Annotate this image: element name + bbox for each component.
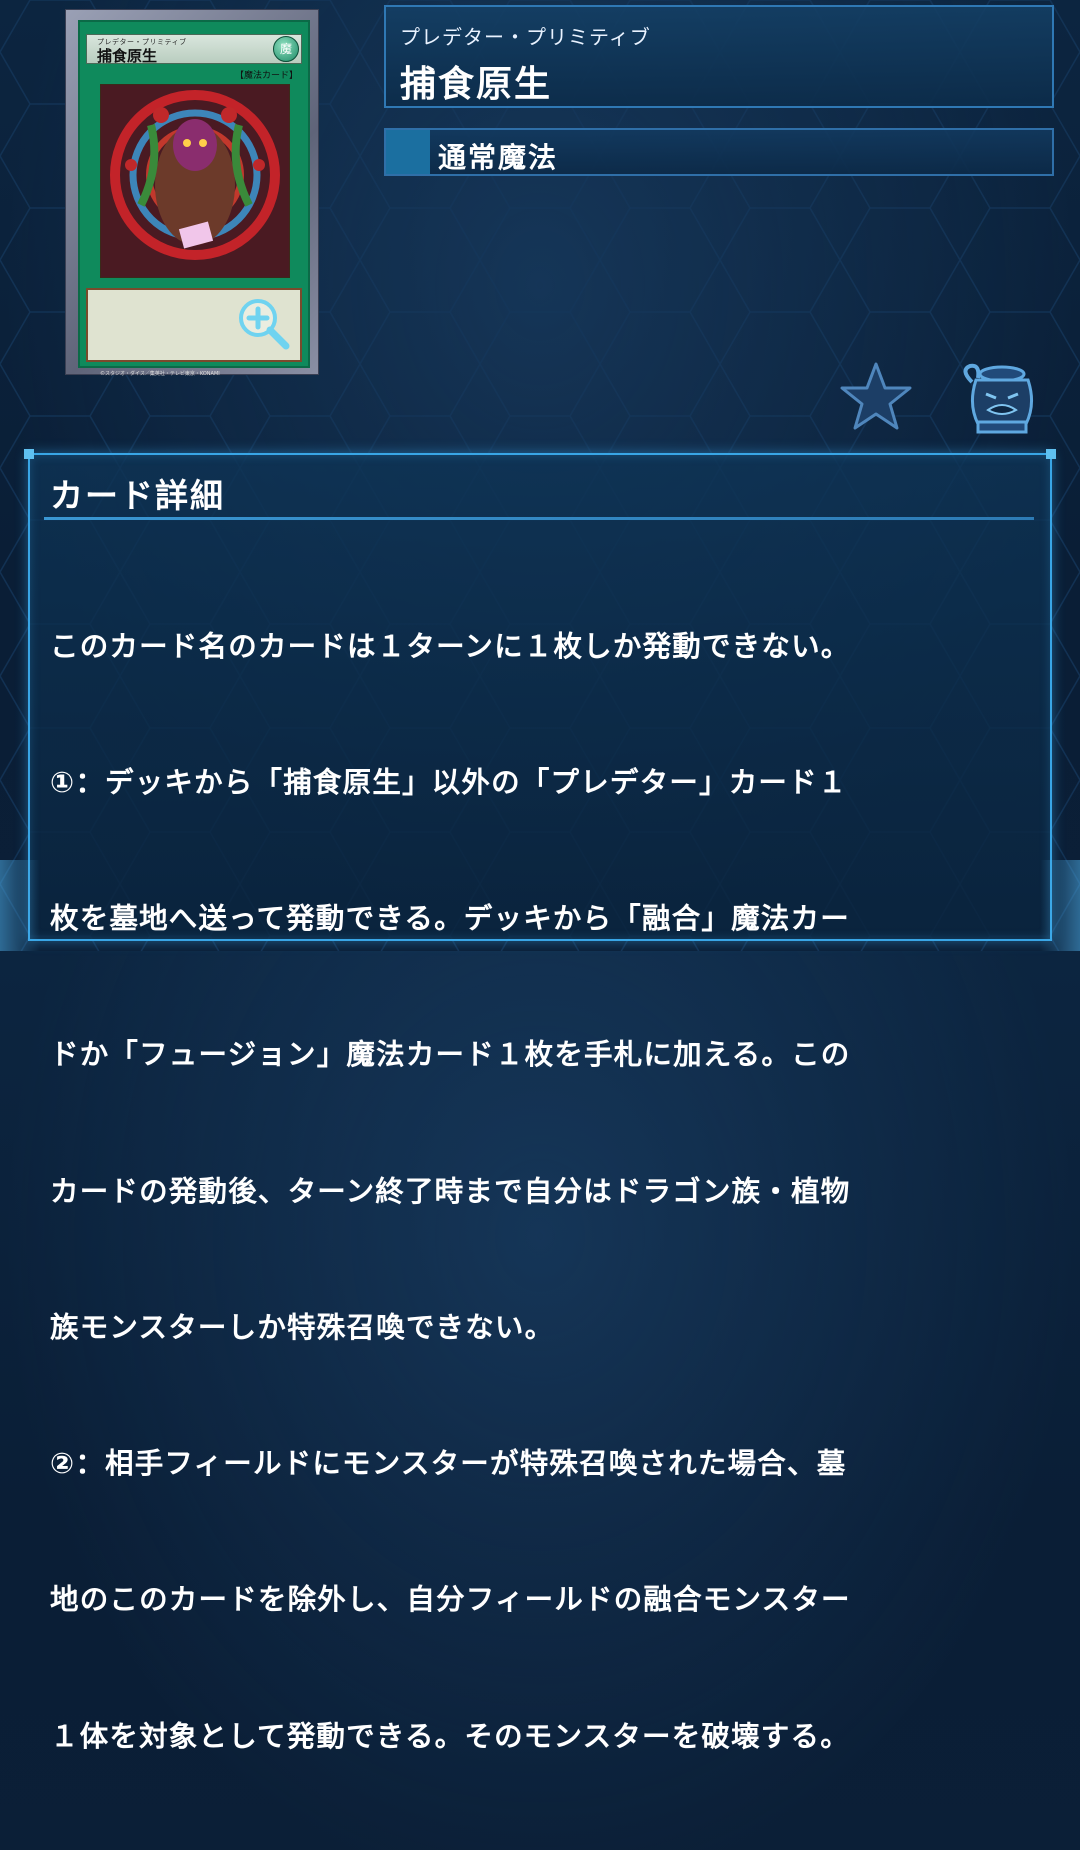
panel-corner	[1046, 449, 1056, 459]
card-artwork	[100, 84, 290, 278]
card-name: 捕食原生	[400, 64, 553, 105]
edge-glow	[0, 860, 40, 951]
panel-corner	[24, 449, 34, 459]
card-detail-panel: カード詳細 このカード名のカードは１ターンに１枚しか発動できない。 ①：デッキか…	[24, 449, 1056, 1753]
card-copyright: ©スタジオ・ダイス／集英社・テレビ東京・KONAMI	[100, 371, 220, 377]
card-name-bar: プレデター・プリミティブ 捕食原生 魔	[86, 34, 302, 65]
effect-line: ドか「フュージョン」魔法カード１枚を手札に加える。この	[50, 1038, 851, 1072]
card-type-label: 通常魔法	[438, 141, 559, 174]
effect-line: このカード名のカードは１ターンに１枚しか発動できない。	[50, 629, 851, 663]
spell-type-marker	[386, 130, 430, 174]
spell-attribute-icon: 魔	[273, 36, 299, 62]
card-type-panel: 通常魔法	[384, 128, 1054, 176]
effect-line: １体を対象として発動できる。そのモンスターを破壊する。	[50, 1719, 850, 1753]
card-effect-text: このカード名のカードは１ターンに１枚しか発動できない。 ①：デッキから「捕食原生…	[50, 533, 1040, 1850]
edge-glow	[1040, 860, 1080, 951]
card-image-title: 捕食原生	[97, 47, 158, 65]
card-name-ruby: プレデター・プリミティブ	[400, 25, 651, 49]
effect-line: ②：相手フィールドにモンスターが特殊召喚された場合、墓	[50, 1447, 847, 1481]
effect-line: 族モンスターしか特殊召喚できない。	[50, 1310, 555, 1344]
effect-line: ①：デッキから「捕食原生」以外の「プレデター」カード１	[50, 766, 848, 800]
star-icon[interactable]	[838, 360, 914, 432]
effect-line: 枚を墓地へ送って発動できる。デッキから「融合」魔法カー	[50, 902, 850, 936]
card-name-panel: プレデター・プリミティブ 捕食原生	[384, 5, 1054, 108]
card-type-line: 【魔法カード】	[234, 71, 298, 81]
effect-line: カードの発動後、ターン終了時まで自分はドラゴン族・植物	[50, 1174, 851, 1208]
detail-heading: カード詳細	[50, 476, 225, 515]
pot-of-greed-icon[interactable]	[952, 360, 1040, 436]
heading-divider	[44, 517, 1034, 520]
effect-line: 地のこのカードを除外し、自分フィールドの融合モンスター	[50, 1583, 851, 1617]
zoom-in-icon[interactable]	[236, 296, 292, 352]
